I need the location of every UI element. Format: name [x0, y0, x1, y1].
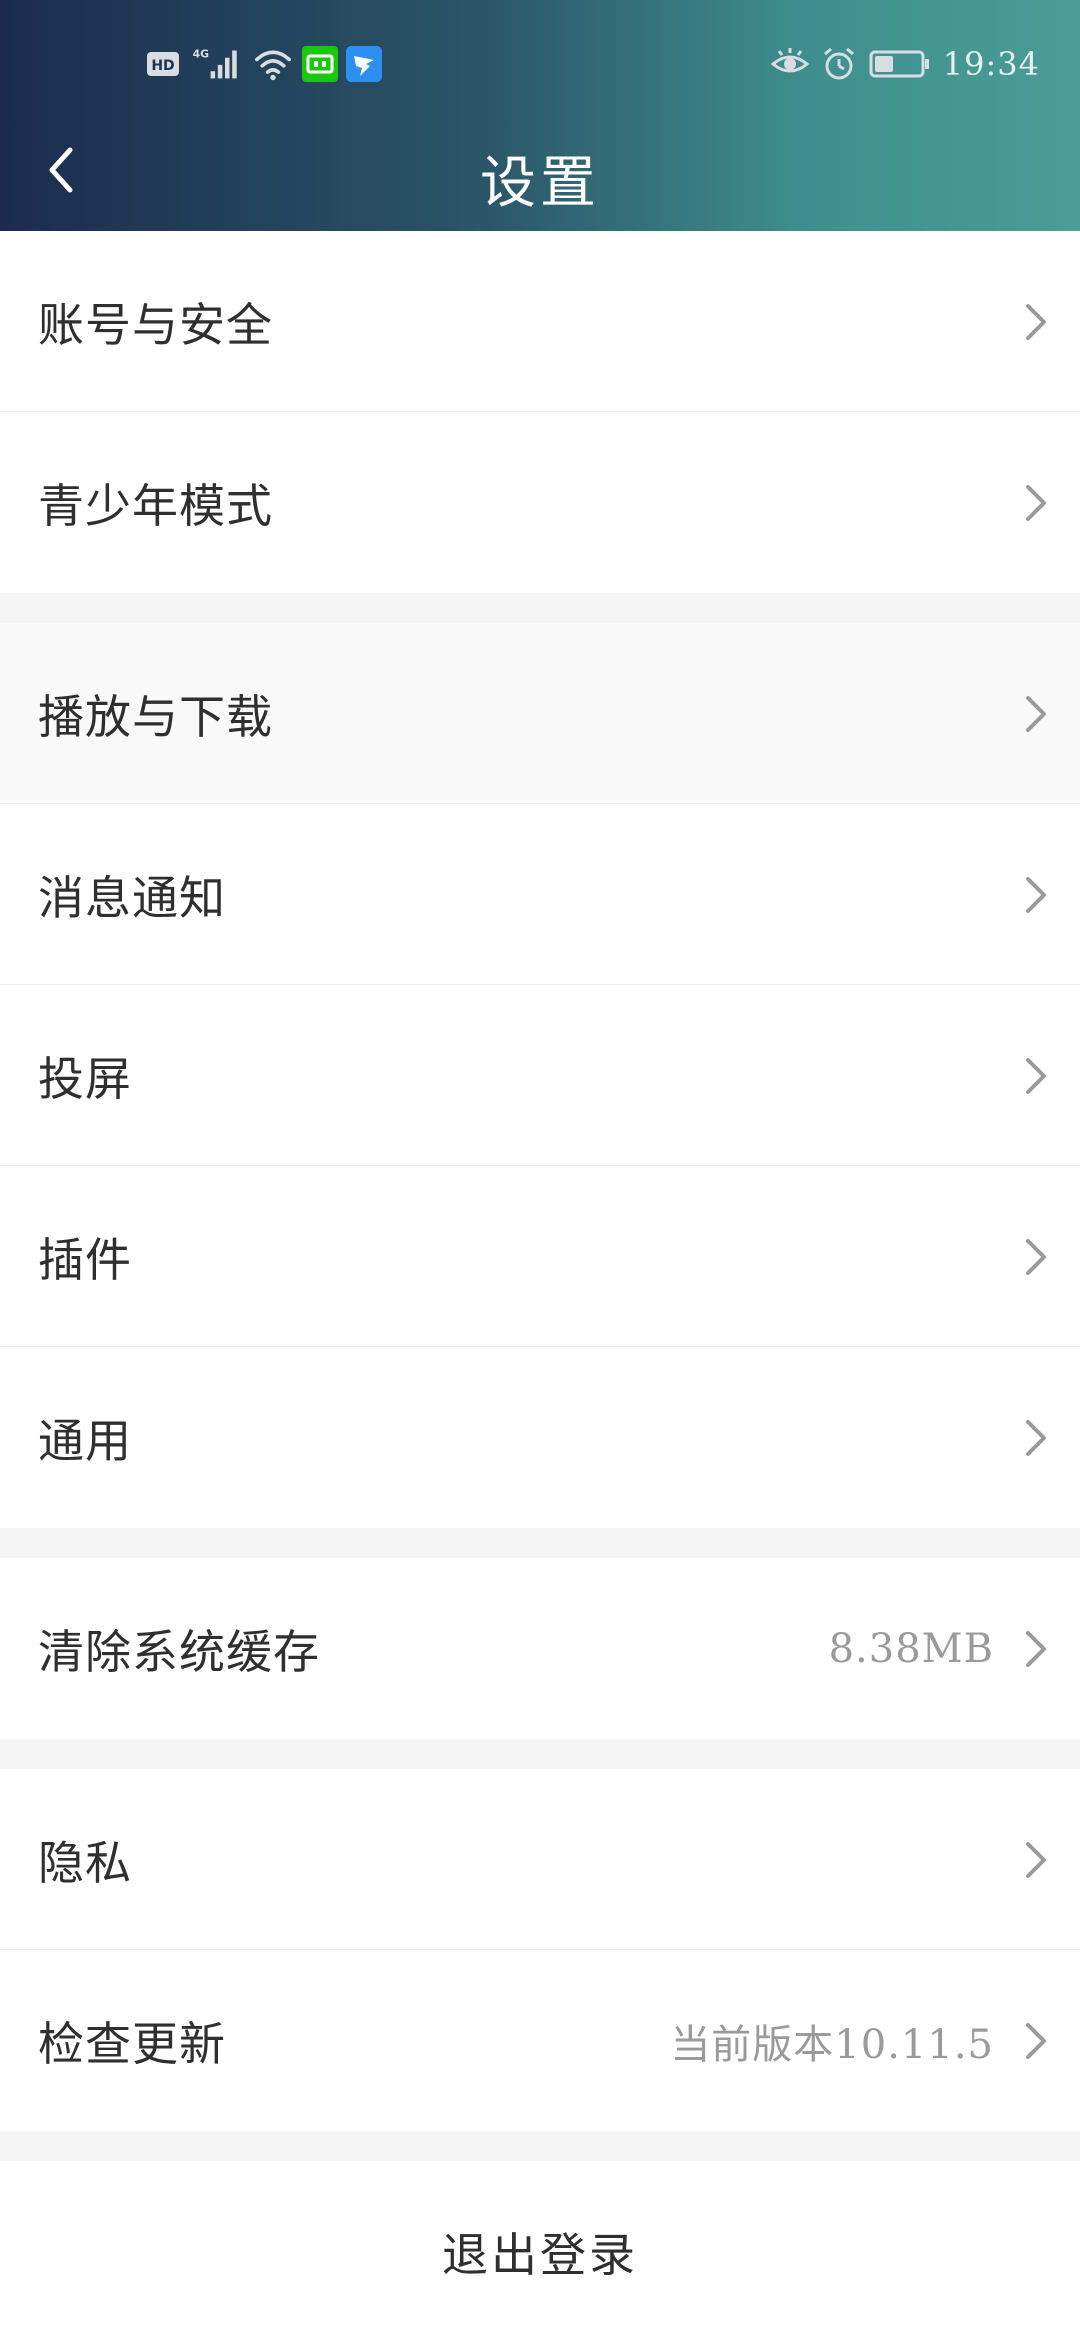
settings-item-label: 青少年模式 — [38, 478, 273, 533]
section-gap — [0, 1739, 1080, 1769]
hd-badge-icon: HD — [147, 52, 179, 76]
status-time: 19:34 — [942, 45, 1040, 83]
chevron-right-icon — [1026, 876, 1046, 913]
status-right-icons: 19:34 — [770, 44, 1040, 84]
status-bar: HD 4G 19:34 — [0, 0, 1080, 130]
settings-item-teen-mode[interactable]: 青少年模式 — [0, 412, 1080, 593]
status-left-icons: HD 4G — [146, 44, 382, 84]
settings-item-screen-cast[interactable]: 投屏 — [0, 985, 1080, 1166]
settings-item-label: 消息通知 — [38, 870, 226, 925]
page-title: 设置 — [480, 151, 600, 216]
settings-item-privacy[interactable]: 隐私 — [0, 1769, 1080, 1950]
cache-size-value: 8.38MB — [828, 1625, 994, 1672]
alarm-icon — [823, 47, 854, 80]
chevron-right-icon — [1026, 1419, 1046, 1456]
hd-badge-text: HD — [151, 58, 174, 74]
settings-item-clear-cache[interactable]: 清除系统缓存 8.38MB — [0, 1558, 1080, 1739]
cellular-signal-icon: 4G — [193, 48, 237, 79]
chevron-right-icon — [1026, 1057, 1046, 1094]
chevron-right-icon — [1026, 695, 1046, 732]
section-gap — [0, 1528, 1080, 1558]
settings-item-label: 清除系统缓存 — [38, 1624, 320, 1679]
settings-item-label: 插件 — [38, 1232, 132, 1287]
logout-label: 退出登录 — [442, 2227, 638, 2282]
section-gap — [0, 593, 1080, 623]
wifi-icon — [255, 50, 291, 81]
chevron-right-icon — [1026, 2022, 1046, 2059]
network-type-text: 4G — [193, 48, 210, 61]
chevron-right-icon — [1026, 303, 1046, 340]
settings-item-notifications[interactable]: 消息通知 — [0, 804, 1080, 985]
settings-item-label: 隐私 — [38, 1835, 132, 1890]
settings-item-account-security[interactable]: 账号与安全 — [0, 231, 1080, 412]
settings-item-label: 播放与下载 — [38, 689, 273, 744]
settings-list: 账号与安全 青少年模式 播放与下载 消息通知 投屏 插件 通用 清除系统缓存 8… — [0, 231, 1080, 2340]
settings-item-play-download[interactable]: 播放与下载 — [0, 623, 1080, 804]
title-bar: 设置 — [0, 120, 1080, 231]
settings-item-plugins[interactable]: 插件 — [0, 1166, 1080, 1347]
settings-item-label: 检查更新 — [38, 2016, 226, 2071]
settings-item-check-update[interactable]: 检查更新 当前版本10.11.5 — [0, 1950, 1080, 2131]
settings-screen: HD 4G 19:34 设置 账号与安全 青少年模式 播放与下载 消息通知 投屏… — [0, 0, 1080, 2340]
chevron-right-icon — [1026, 484, 1046, 521]
chevron-right-icon — [1026, 1630, 1046, 1667]
battery-icon — [869, 50, 929, 78]
settings-item-label: 投屏 — [38, 1051, 132, 1106]
dingtalk-app-icon — [346, 46, 382, 82]
chevron-right-icon — [1026, 1841, 1046, 1878]
current-version-value: 当前版本10.11.5 — [670, 2021, 994, 2068]
section-gap — [0, 2131, 1080, 2161]
iqiyi-app-icon — [302, 46, 338, 82]
settings-item-label: 账号与安全 — [38, 297, 273, 352]
logout-button[interactable]: 退出登录 — [0, 2161, 1080, 2340]
settings-item-general[interactable]: 通用 — [0, 1347, 1080, 1528]
settings-item-label: 通用 — [38, 1413, 132, 1468]
eye-comfort-icon — [770, 48, 809, 73]
header: HD 4G 19:34 设置 — [0, 0, 1080, 231]
chevron-right-icon — [1026, 1238, 1046, 1275]
